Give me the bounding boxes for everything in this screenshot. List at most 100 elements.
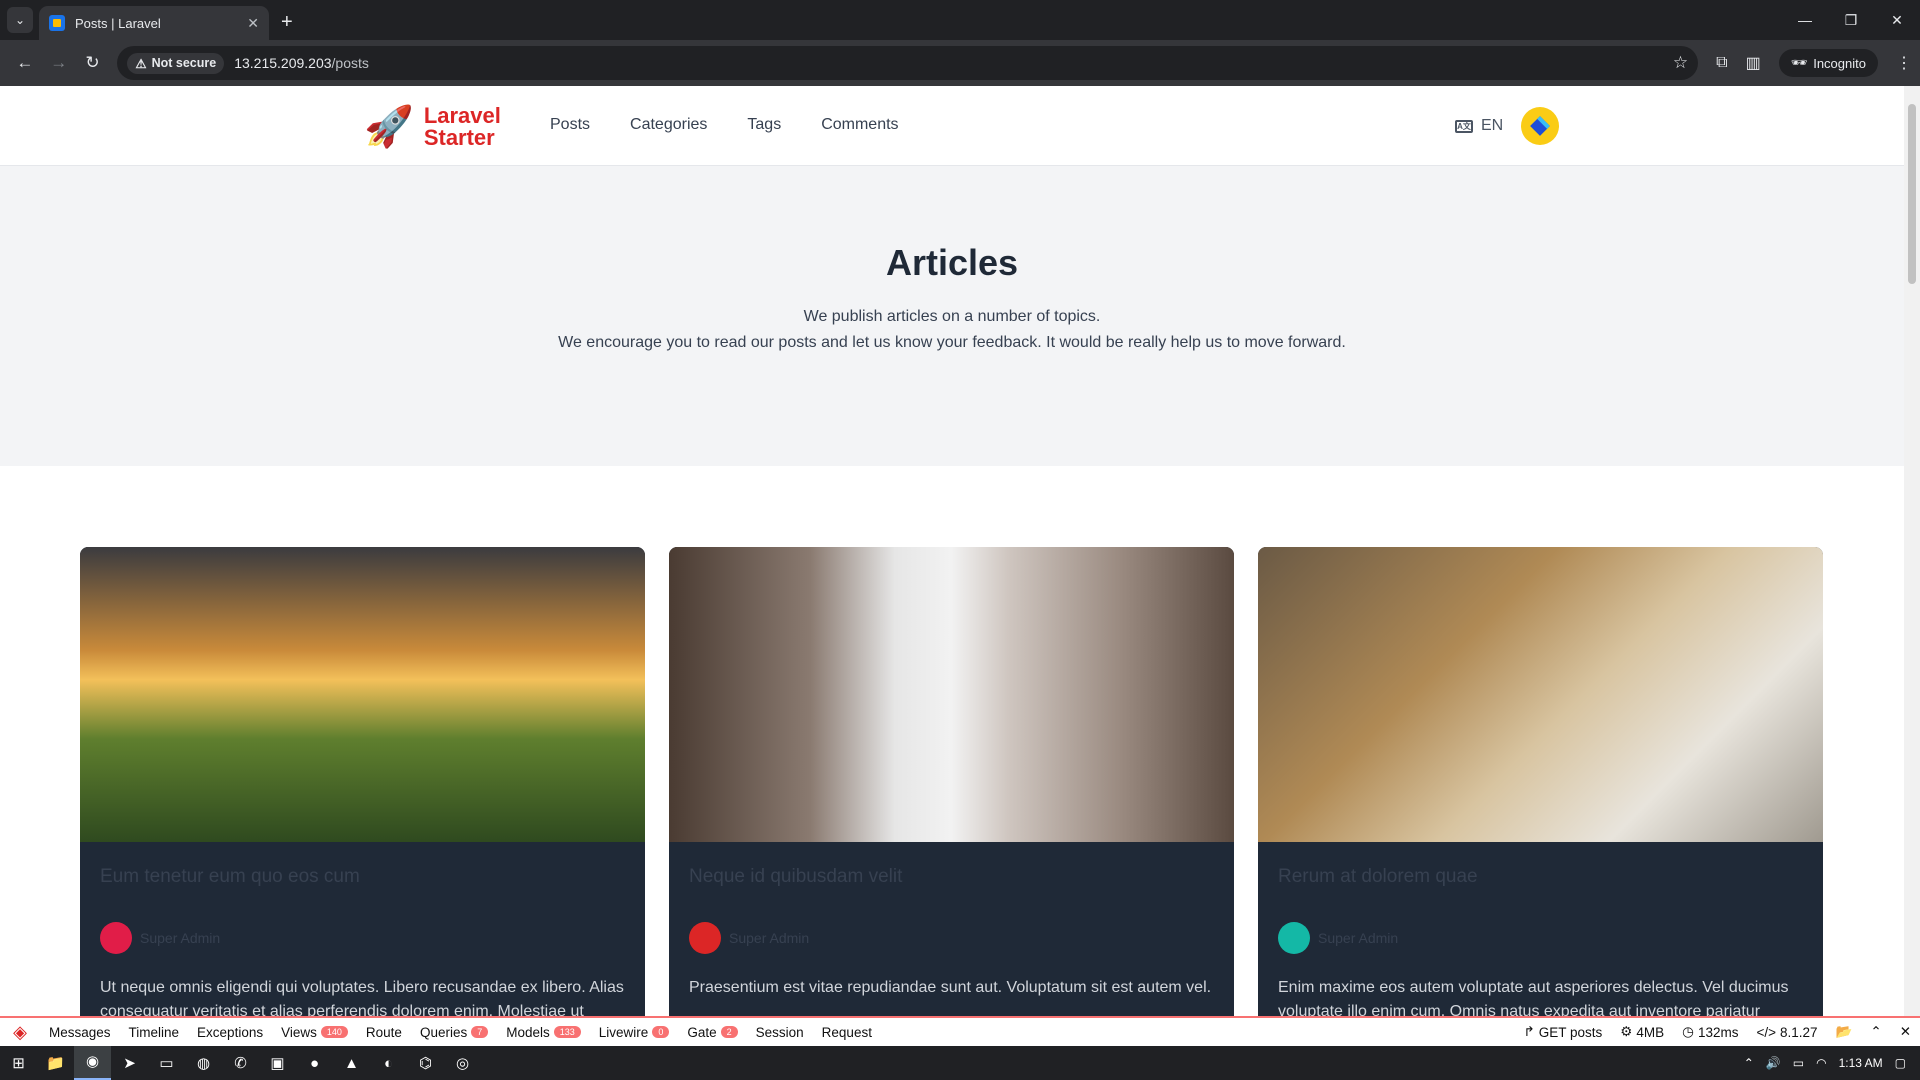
- url-text[interactable]: 13.215.209.203/posts: [234, 55, 369, 71]
- nav-categories[interactable]: Categories: [630, 116, 707, 134]
- acrobat-icon[interactable]: ▲: [333, 1055, 370, 1072]
- extensions-icon[interactable]: ⧉: [1716, 54, 1727, 72]
- tray-chevron-icon[interactable]: ⌃: [1744, 1056, 1754, 1070]
- file-explorer-icon[interactable]: 📁: [37, 1054, 74, 1072]
- debug-tab-livewire[interactable]: Livewire 0: [590, 1025, 679, 1040]
- forward-icon[interactable]: →: [42, 53, 76, 73]
- post-excerpt: Ut neque omnis eligendi qui voluptates. …: [100, 979, 624, 1016]
- scrollbar-thumb[interactable]: [1908, 104, 1916, 284]
- volume-icon[interactable]: 🔊: [1766, 1056, 1781, 1070]
- battery-icon[interactable]: ▭: [1793, 1056, 1804, 1070]
- browser-menu-icon[interactable]: ⋮: [1896, 53, 1912, 73]
- livewire-count-badge: 0: [652, 1026, 670, 1038]
- language-label: EN: [1481, 117, 1504, 134]
- not-secure-chip[interactable]: ⚠ Not secure: [127, 52, 225, 74]
- post-title[interactable]: Eum tenetur eum quo eos cum: [80, 842, 645, 898]
- post-card[interactable]: Eum tenetur eum quo eos cum Super Admin …: [80, 547, 645, 1016]
- chrome-icon[interactable]: ◉: [74, 1046, 111, 1080]
- views-count-badge: 140: [320, 1026, 348, 1038]
- post-excerpt: Enim maxime eos autem voluptate aut aspe…: [1278, 979, 1789, 1016]
- restore-icon[interactable]: ❐: [1828, 0, 1874, 40]
- firefox-icon[interactable]: ◍: [185, 1054, 222, 1072]
- debug-tab-route[interactable]: Route: [357, 1025, 411, 1040]
- avatar-logo-icon: [1530, 116, 1550, 136]
- cogs-icon: ⚙: [1620, 1024, 1633, 1039]
- debug-tab-request[interactable]: Request: [813, 1025, 881, 1040]
- user-avatar[interactable]: [1521, 107, 1559, 145]
- nav-posts[interactable]: Posts: [550, 116, 590, 134]
- maximize-debugbar-icon[interactable]: ⌃: [1861, 1024, 1890, 1040]
- window-controls: — ❐ ✕: [1782, 0, 1920, 40]
- post-title[interactable]: Rerum at dolorem quae: [1258, 842, 1823, 898]
- models-count-badge: 133: [553, 1026, 581, 1038]
- clock[interactable]: 1:13 AM: [1839, 1056, 1883, 1070]
- terminal-icon[interactable]: ▭: [148, 1054, 185, 1072]
- wifi-icon[interactable]: ◠: [1816, 1056, 1826, 1070]
- incognito-indicator[interactable]: 🕶 Incognito: [1778, 49, 1878, 77]
- debug-tab-models[interactable]: Models 133: [497, 1025, 590, 1040]
- side-panel-icon[interactable]: ▥: [1746, 53, 1761, 73]
- debug-tab-gate[interactable]: Gate 2: [678, 1025, 746, 1040]
- browser-tab[interactable]: Posts | Laravel ✕: [39, 6, 269, 40]
- language-icon: A文: [1455, 119, 1473, 133]
- debug-tab-messages[interactable]: Messages: [40, 1025, 120, 1040]
- close-window-icon[interactable]: ✕: [1874, 0, 1920, 40]
- back-icon[interactable]: ←: [8, 53, 42, 73]
- bookmark-star-icon[interactable]: ☆: [1673, 53, 1688, 73]
- page-viewport: 🚀 Laravel Starter Posts Categories Tags …: [0, 86, 1904, 1016]
- posts-grid: Eum tenetur eum quo eos cum Super Admin …: [0, 466, 1904, 1016]
- author-name: Super Admin: [729, 930, 810, 946]
- edge-icon[interactable]: ◐: [370, 1055, 407, 1072]
- telegram-icon[interactable]: ➤: [111, 1054, 148, 1072]
- close-tab-icon[interactable]: ✕: [247, 15, 259, 32]
- post-image-waterfall[interactable]: [669, 547, 1234, 842]
- minimize-icon[interactable]: —: [1782, 0, 1828, 40]
- post-author: Super Admin: [669, 898, 1234, 954]
- obs-icon[interactable]: ●: [296, 1055, 333, 1072]
- share-icon: ↱: [1523, 1024, 1535, 1039]
- main-nav: Posts Categories Tags Comments: [550, 116, 899, 134]
- debug-tab-session[interactable]: Session: [747, 1025, 813, 1040]
- new-tab-button[interactable]: +: [281, 11, 293, 34]
- debug-tab-queries[interactable]: Queries 7: [411, 1025, 497, 1040]
- author-name: Super Admin: [140, 930, 221, 946]
- windows-start-icon[interactable]: ⊞: [0, 1054, 37, 1072]
- close-debugbar-icon[interactable]: ✕: [1891, 1024, 1920, 1040]
- rocket-icon: 🚀: [364, 105, 414, 149]
- post-author: Super Admin: [1258, 898, 1823, 954]
- open-folder-icon[interactable]: 📂: [1827, 1024, 1862, 1040]
- laravel-logo-icon[interactable]: ◈: [0, 1022, 40, 1043]
- whatsapp-icon[interactable]: ✆: [222, 1054, 259, 1072]
- post-title[interactable]: Neque id quibusdam velit: [669, 842, 1234, 898]
- address-bar[interactable]: ⚠ Not secure 13.215.209.203/posts ☆: [117, 46, 1699, 80]
- author-avatar: [100, 922, 132, 954]
- language-switcher[interactable]: A文 EN: [1455, 117, 1503, 135]
- gate-count-badge: 2: [720, 1026, 738, 1038]
- site-logo[interactable]: 🚀 Laravel Starter: [364, 105, 501, 149]
- post-image-orchard[interactable]: [80, 547, 645, 842]
- post-image-letters[interactable]: [1258, 547, 1823, 842]
- request-method[interactable]: ↱ GET posts: [1514, 1024, 1611, 1040]
- debug-tab-views[interactable]: Views 140: [272, 1025, 357, 1040]
- tab-search-button[interactable]: ⌄: [7, 7, 33, 33]
- debug-tab-timeline[interactable]: Timeline: [120, 1025, 189, 1040]
- debug-tab-exceptions[interactable]: Exceptions: [188, 1025, 272, 1040]
- reload-icon[interactable]: ↻: [76, 53, 110, 73]
- notifications-icon[interactable]: ▢: [1895, 1056, 1906, 1070]
- system-tray: ⌃ 🔊 ▭ ◠ 1:13 AM ▢: [1744, 1056, 1920, 1070]
- hero-line-1: We publish articles on a number of topic…: [803, 308, 1101, 325]
- post-card[interactable]: Neque id quibusdam velit Super Admin Pra…: [669, 547, 1234, 1016]
- tab-title: Posts | Laravel: [75, 15, 161, 31]
- url-path: /posts: [331, 55, 369, 71]
- post-author: Super Admin: [80, 898, 645, 954]
- nav-comments[interactable]: Comments: [821, 116, 898, 134]
- request-duration: ◷ 132ms: [1682, 1024, 1739, 1040]
- remote-desktop-icon[interactable]: ▣: [259, 1054, 296, 1072]
- app-icon[interactable]: ◎: [444, 1054, 481, 1072]
- page-scrollbar[interactable]: [1904, 86, 1920, 1046]
- post-card[interactable]: Rerum at dolorem quae Super Admin Enim m…: [1258, 547, 1823, 1016]
- vscode-icon[interactable]: ⌬: [407, 1054, 444, 1072]
- laravel-favicon-icon: [49, 15, 65, 31]
- nav-tags[interactable]: Tags: [747, 116, 781, 134]
- code-icon: </>: [1756, 1024, 1777, 1040]
